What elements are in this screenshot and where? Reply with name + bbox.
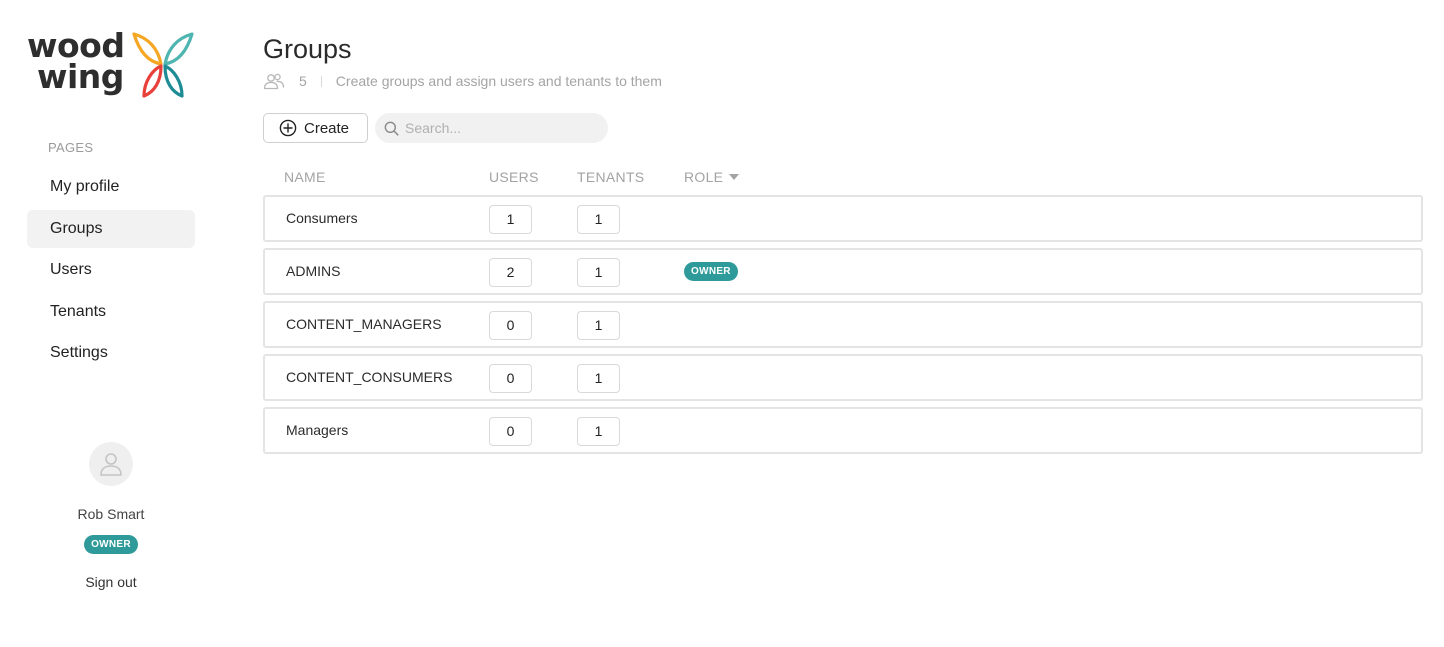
column-header-name[interactable]: NAME — [284, 169, 326, 185]
group-name: CONTENT_CONSUMERS — [286, 369, 453, 385]
page-title: Groups — [263, 34, 352, 64]
search-box[interactable] — [375, 113, 608, 143]
sidebar-item-tenants[interactable]: Tenants — [27, 293, 195, 331]
sign-out-link[interactable]: Sign out — [27, 574, 195, 590]
butterfly-logo-icon — [132, 32, 194, 98]
users-count: 1 — [489, 205, 532, 234]
sort-caret-icon — [729, 174, 740, 180]
user-role-badge: OWNER — [84, 535, 138, 554]
users-count: 2 — [489, 258, 532, 287]
sidebar-nav: My profile Groups Users Tenants Settings — [27, 168, 195, 376]
sidebar: wood wing PAGES My profile Groups Users … — [0, 0, 222, 647]
table-row[interactable]: Managers 0 1 — [263, 407, 1423, 454]
table-row[interactable]: CONTENT_CONSUMERS 0 1 — [263, 354, 1423, 401]
tenants-count: 1 — [577, 364, 620, 393]
group-name: CONTENT_MANAGERS — [286, 316, 442, 332]
users-count: 0 — [489, 364, 532, 393]
users-count: 0 — [489, 311, 532, 340]
column-header-role-label: ROLE — [684, 169, 724, 185]
toolbar: Create — [263, 113, 608, 143]
tenants-count: 1 — [577, 258, 620, 287]
logo-wordmark: wood wing — [27, 29, 125, 96]
pages-section-label: PAGES — [48, 140, 94, 155]
sidebar-item-groups[interactable]: Groups — [27, 209, 195, 248]
logo-word-2: wing — [37, 57, 124, 96]
table-row[interactable]: ADMINS 2 1 OWNER — [263, 248, 1423, 295]
sidebar-item-users[interactable]: Users — [27, 251, 195, 289]
divider — [320, 75, 322, 87]
groups-table: Consumers 1 1 ADMINS 2 1 OWNER CONTENT_M… — [263, 195, 1423, 460]
group-name: ADMINS — [286, 263, 341, 279]
search-input[interactable] — [405, 120, 595, 136]
sidebar-item-my-profile[interactable]: My profile — [27, 168, 195, 206]
user-icon — [100, 453, 122, 476]
create-button-label: Create — [304, 119, 350, 137]
groups-icon — [263, 73, 285, 90]
column-header-role[interactable]: ROLE — [684, 169, 740, 185]
user-name: Rob Smart — [77, 506, 145, 522]
group-name: Consumers — [286, 210, 358, 226]
search-icon — [384, 121, 399, 136]
tenants-count: 1 — [577, 311, 620, 340]
woodwing-logo[interactable]: wood wing — [27, 29, 197, 100]
user-panel: Rob Smart OWNER Sign out — [27, 442, 195, 590]
page-subtitle: 5 Create groups and assign users and ten… — [263, 72, 662, 90]
sidebar-item-settings[interactable]: Settings — [27, 334, 195, 372]
users-count: 0 — [489, 417, 532, 446]
page-description: Create groups and assign users and tenan… — [335, 73, 662, 89]
group-count: 5 — [299, 73, 307, 89]
column-header-tenants[interactable]: TENANTS — [577, 169, 644, 185]
plus-circle-icon — [279, 119, 297, 137]
tenants-count: 1 — [577, 205, 620, 234]
role-badge: OWNER — [684, 262, 738, 281]
column-header-users[interactable]: USERS — [489, 169, 539, 185]
group-name: Managers — [286, 422, 349, 438]
avatar[interactable] — [89, 442, 133, 486]
create-group-button[interactable]: Create — [263, 113, 368, 143]
table-row[interactable]: Consumers 1 1 — [263, 195, 1423, 242]
tenants-count: 1 — [577, 417, 620, 446]
table-row[interactable]: CONTENT_MANAGERS 0 1 — [263, 301, 1423, 348]
